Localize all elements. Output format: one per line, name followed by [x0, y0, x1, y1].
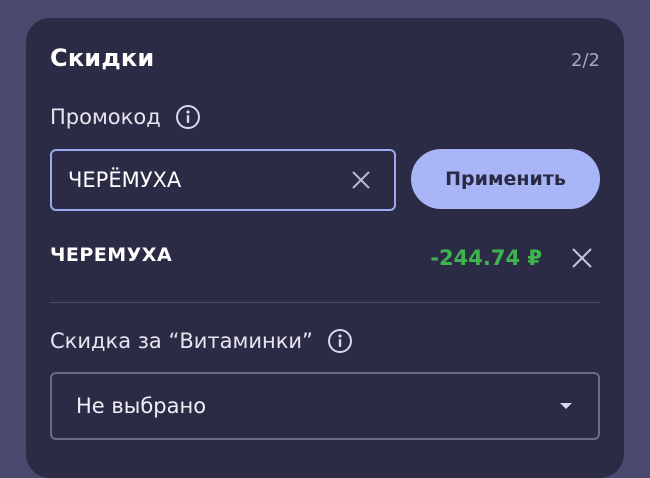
card-title: Скидки	[50, 44, 155, 72]
remove-promo-close-icon[interactable]	[570, 246, 594, 270]
discounts-card: Скидки 2/2 Промокод ЧЕРЁМУХА Применить Ч…	[26, 18, 624, 478]
apply-promo-button[interactable]: Применить	[411, 149, 600, 209]
applied-discount-amount: -244.74 ₽	[430, 246, 542, 270]
vitamins-discount-select[interactable]: Не выбрано	[50, 372, 600, 440]
section-divider	[50, 302, 600, 303]
vitamins-select-value[interactable]: Не выбрано	[52, 394, 558, 418]
promo-label-row: Промокод	[50, 104, 201, 130]
applied-promo-code: ЧЕРЕМУХА	[50, 244, 173, 266]
clear-input-icon[interactable]	[350, 169, 372, 191]
info-icon[interactable]	[175, 104, 201, 130]
promo-label: Промокод	[50, 105, 161, 129]
vitamins-discount-label: Скидка за “Витаминки”	[50, 329, 313, 353]
step-indicator: 2/2	[571, 50, 600, 71]
chevron-down-icon[interactable]	[558, 401, 574, 411]
promo-code-input-value[interactable]: ЧЕРЁМУХА	[52, 168, 350, 192]
vitamins-label-row: Скидка за “Витаминки”	[50, 328, 353, 354]
promo-code-input[interactable]: ЧЕРЁМУХА	[50, 149, 396, 211]
info-icon[interactable]	[327, 328, 353, 354]
